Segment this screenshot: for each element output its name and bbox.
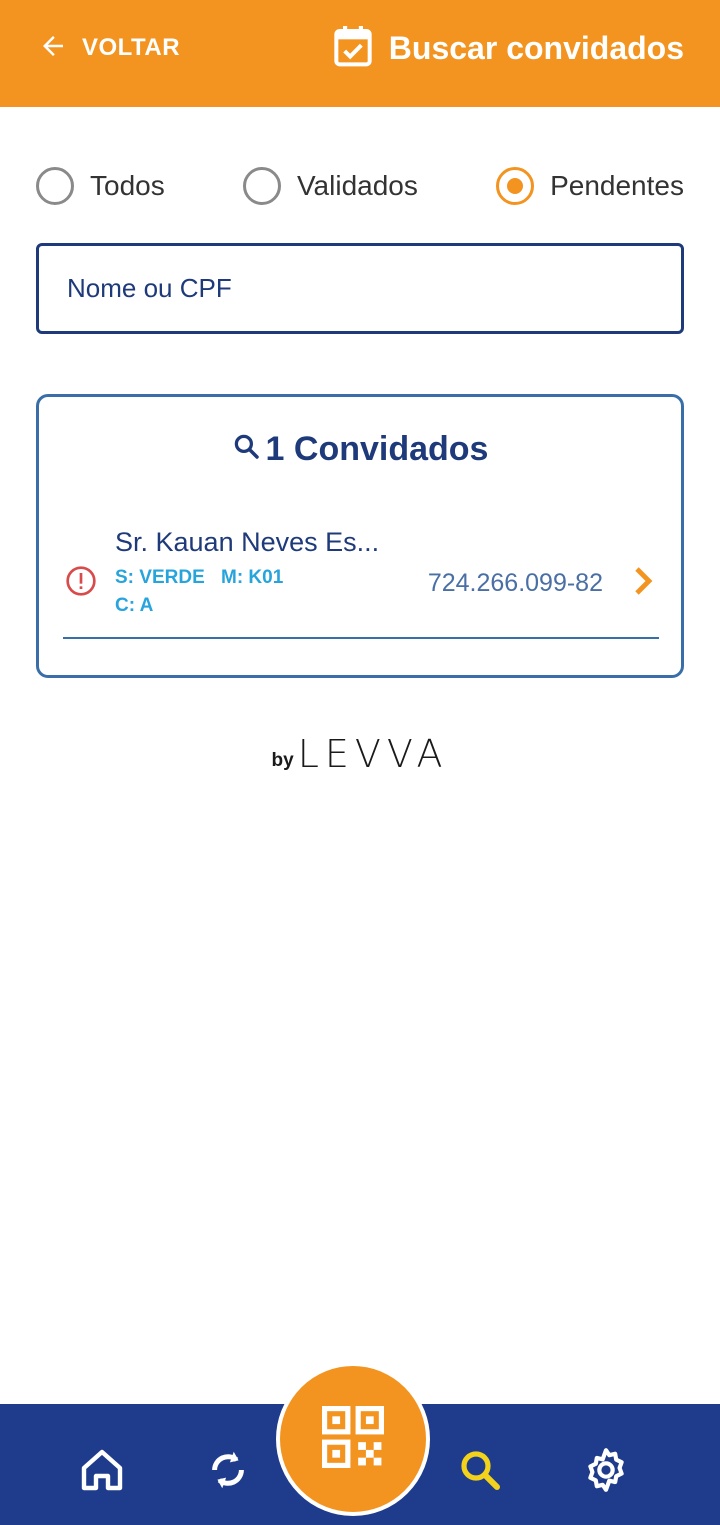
alert-circle-icon (65, 565, 97, 602)
nav-home[interactable] (74, 1444, 130, 1500)
gear-icon (581, 1445, 631, 1500)
sync-icon (205, 1447, 251, 1498)
radio-button[interactable] (36, 167, 74, 205)
header-title-group: Buscar convidados (333, 22, 684, 74)
search-icon (456, 1446, 504, 1499)
radio-label: Pendentes (550, 170, 684, 201)
list-divider (63, 637, 659, 639)
brand-name: LEVVA (297, 732, 449, 776)
brand-logo: by LEVVA (0, 726, 720, 776)
guest-table: M: K01 (221, 567, 284, 588)
filter-validados[interactable]: Validados (242, 167, 418, 205)
filter-pendentes[interactable]: Pendentes (496, 167, 684, 205)
nav-search[interactable] (452, 1444, 508, 1500)
guest-category: C: A (115, 595, 154, 616)
qr-scan-button[interactable] (276, 1362, 430, 1516)
radio-label: Todos (90, 170, 165, 201)
results-header: 1 Convidados (39, 427, 681, 471)
header-bar: VOLTAR Buscar convidados (0, 0, 720, 107)
guest-name: Sr. Kauan Neves Es... (115, 527, 380, 557)
results-card: 1 Convidados Sr. Kauan Neves Es... S: VE… (36, 394, 684, 678)
nav-sync[interactable] (200, 1444, 256, 1500)
chevron-right-icon[interactable] (631, 565, 655, 602)
back-label: VOLTAR (82, 34, 181, 61)
filter-radio-group: Todos Validados Pendentes (36, 162, 684, 210)
calendar-check-icon (333, 24, 373, 73)
guest-list-item[interactable]: Sr. Kauan Neves Es... S: VERDE M: K01 C:… (39, 517, 681, 627)
qr-code-icon (322, 1405, 384, 1473)
results-count-title: 1 Convidados (265, 429, 489, 468)
search-input[interactable] (39, 246, 681, 331)
radio-button-selected[interactable] (496, 167, 535, 205)
radio-label: Validados (296, 170, 418, 201)
home-icon (78, 1446, 126, 1499)
search-field[interactable] (36, 243, 684, 334)
page-title: Buscar convidados (388, 29, 684, 66)
search-icon (232, 432, 262, 467)
radio-button[interactable] (242, 167, 281, 205)
guest-sector: S: VERDE (115, 567, 205, 588)
guest-cpf: 724.266.099-82 (427, 569, 603, 597)
back-button[interactable]: VOLTAR (38, 28, 180, 68)
filter-todos[interactable]: Todos (36, 167, 165, 205)
brand-by: by (271, 750, 294, 771)
arrow-left-icon (38, 31, 68, 66)
nav-settings[interactable] (578, 1444, 634, 1500)
